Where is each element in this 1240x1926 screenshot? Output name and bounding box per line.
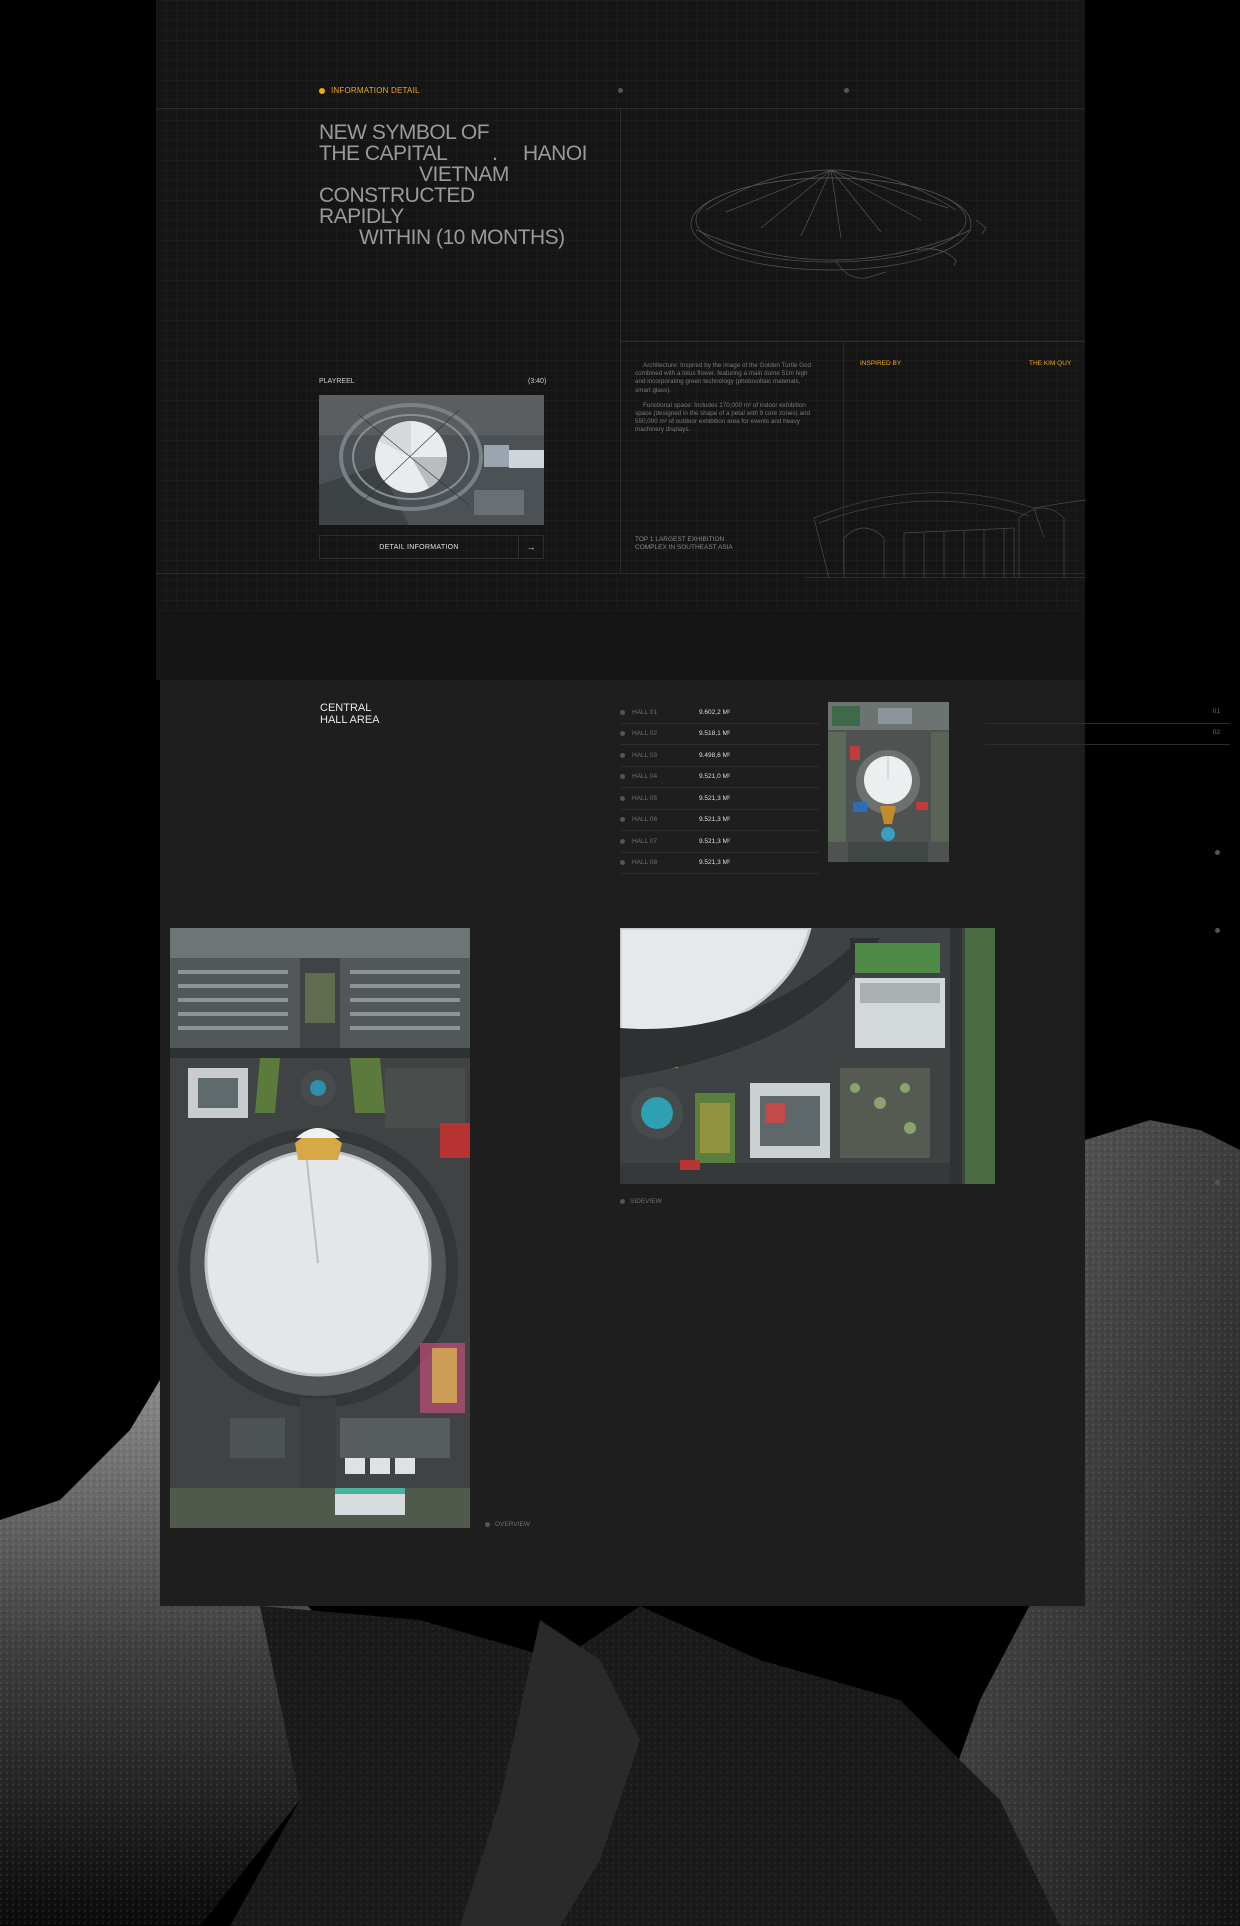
headline-line: CONSTRUCTED	[319, 184, 475, 207]
headline-line: WITHIN (10 MONTHS)	[319, 227, 619, 248]
hall-name: HALL 05	[632, 794, 658, 802]
headline-city: HANOI	[523, 142, 588, 165]
hall-area: 9.521,3 M²	[699, 794, 731, 802]
detail-information-button[interactable]: DETAIL INFORMATION →	[319, 535, 544, 559]
hall-area-table: HALL 01 9.602,2 M² HALL 02 9.518,1 M² HALL…	[620, 702, 820, 874]
headline-line: VIETNAM	[319, 164, 619, 185]
aerial-plan-image	[828, 702, 949, 862]
headline: NEW SYMBOL OF THE CAPITAL . HANOI VIETNA…	[319, 122, 619, 248]
top-largest-caption: TOP 1 LARGEST EXHIBITION COMPLEX IN SOUT…	[635, 536, 733, 551]
hall-name: HALL 04	[632, 773, 658, 781]
arrow-right-icon: →	[518, 536, 543, 558]
table-row[interactable]: HALL 02 9.518,1 M²	[620, 724, 820, 745]
tag-label: INFORMATION DETAIL	[331, 86, 420, 95]
hall-name: HALL 03	[632, 751, 658, 759]
marker-dot	[618, 88, 623, 93]
bullet-dot	[620, 838, 625, 844]
hall-name: HALL 02	[632, 730, 658, 738]
bullet-dot	[620, 774, 625, 780]
hall-name: HALL 01	[632, 708, 658, 716]
sideview-aerial-image[interactable]	[620, 928, 995, 1184]
accent-dot	[319, 87, 325, 94]
hall-area: 9.521,3 M²	[699, 859, 731, 867]
hall-name: HALL 06	[632, 816, 658, 824]
architecture-description: Architecture: Inspired by the image of t…	[635, 362, 815, 442]
description-paragraph: Functional space: Includes 170,000 m² of…	[635, 401, 811, 434]
central-hall-title: CENTRAL HALL AREA	[320, 702, 440, 726]
page-row[interactable]: 02	[985, 723, 1230, 745]
dome-blueprint-illustration	[690, 169, 987, 279]
hall-area: 9.498,6 M²	[699, 751, 731, 759]
divider	[620, 108, 621, 573]
table-row[interactable]: HALL 01 9.602,2 M²	[620, 702, 820, 724]
hall-blueprint-illustration	[804, 492, 1086, 578]
bullet-dot	[620, 795, 625, 801]
bullet-dot	[620, 709, 625, 715]
headline-dot: .	[492, 142, 498, 165]
marker-dot	[844, 88, 849, 93]
hall-name: HALL 08	[632, 859, 658, 867]
title-line: HALL AREA	[320, 714, 380, 726]
marker-dot	[1215, 928, 1220, 933]
table-row[interactable]: HALL 08 9.521,3 M²	[620, 853, 820, 874]
overview-label: OVERVIEW	[495, 1521, 530, 1528]
information-panel: INFORMATION DETAIL NEW SYMBOL OF THE CAP…	[156, 0, 1086, 680]
inspired-by-value: THE KIM QUY	[1029, 360, 1072, 367]
headline-line: NEW SYMBOL OF	[319, 121, 490, 144]
table-row[interactable]: HALL 03 9.498,6 M²	[620, 745, 820, 767]
description-paragraph: Architecture: Inspired by the image of t…	[635, 362, 812, 394]
page-number: 02	[1212, 729, 1220, 736]
page-number: 01	[1212, 708, 1220, 715]
hall-area: 9.602,2 M²	[699, 708, 731, 716]
hall-area: 9.518,1 M²	[699, 730, 731, 738]
playreel-duration[interactable]: (3:40)	[528, 378, 546, 385]
bullet-dot	[620, 860, 625, 866]
table-row[interactable]: HALL 07 9.521,3 M²	[620, 831, 820, 853]
marker-dot	[1215, 1180, 1220, 1185]
hall-area: 9.521,3 M²	[699, 837, 731, 845]
table-row[interactable]: HALL 06 9.521,3 M²	[620, 810, 820, 831]
hall-area: 9.521,3 M²	[699, 816, 731, 824]
table-row[interactable]: HALL 04 9.521,0 M²	[620, 767, 820, 788]
overview-caption: OVERVIEW	[485, 1521, 530, 1528]
title-line: CENTRAL	[320, 702, 372, 714]
section-tag: INFORMATION DETAIL	[319, 86, 420, 95]
hall-name: HALL 07	[632, 837, 658, 845]
bullet-dot	[620, 817, 625, 823]
overview-aerial-image[interactable]	[170, 928, 470, 1528]
bullet-dot	[620, 731, 625, 737]
inspired-by-label: INSPIRED BY	[860, 360, 902, 367]
headline-text: WITHIN (10 MONTHS)	[359, 226, 565, 249]
hall-area: 9.521,0 M²	[699, 773, 731, 781]
bullet-dot	[620, 752, 625, 758]
headline-line: RAPIDLY	[319, 205, 404, 228]
page-row[interactable]: 01	[985, 702, 1230, 724]
headline-country: VIETNAM	[419, 163, 509, 186]
sideview-label: SIDEVIEW	[630, 1198, 662, 1205]
playreel-video-thumbnail[interactable]	[319, 395, 544, 525]
bullet-dot	[485, 1522, 490, 1527]
bullet-dot	[620, 1199, 625, 1204]
detail-button-label: DETAIL INFORMATION	[379, 543, 459, 551]
headline-text: THE CAPITAL	[319, 142, 448, 165]
table-row[interactable]: HALL 05 9.521,3 M²	[620, 788, 820, 810]
panel-spacer	[156, 611, 1085, 680]
marker-dot	[1215, 850, 1220, 855]
headline-line: THE CAPITAL . HANOI	[319, 143, 619, 164]
central-hall-panel: CENTRAL HALL AREA HALL 01 9.602,2 M² HALL…	[160, 680, 1230, 1606]
playreel-label: PLAYREEL	[319, 378, 355, 385]
sideview-caption: SIDEVIEW	[620, 1198, 662, 1205]
divider	[620, 341, 1085, 342]
